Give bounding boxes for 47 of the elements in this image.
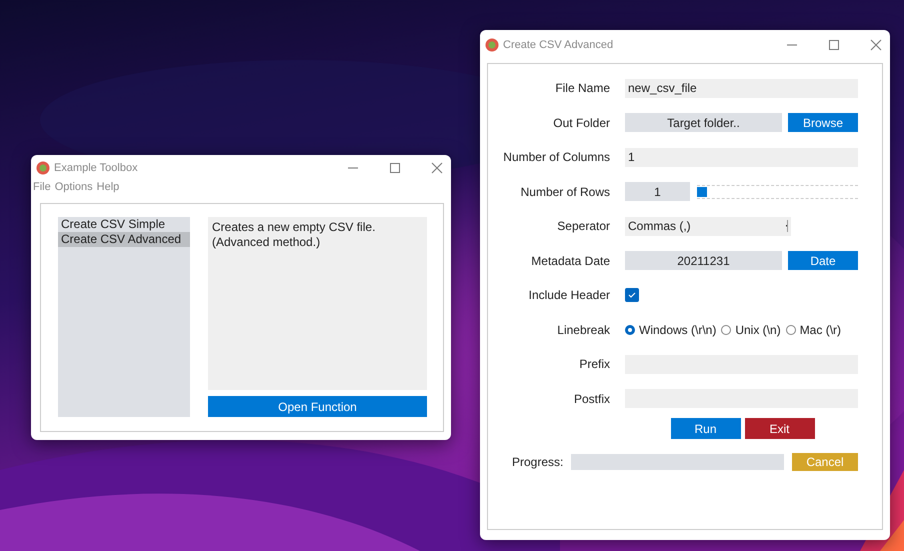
checkbox[interactable] bbox=[625, 288, 639, 302]
separator-dropdown[interactable]: Commas (,) bbox=[625, 216, 791, 236]
radio-button[interactable] bbox=[786, 324, 796, 335]
value-field[interactable]: Target folder.. bbox=[625, 113, 782, 132]
check-icon bbox=[628, 291, 636, 300]
app-logo-icon bbox=[485, 38, 499, 52]
field-label: Number of Rows bbox=[520, 184, 610, 199]
menu-item[interactable]: File bbox=[33, 181, 51, 193]
dropdown-icon bbox=[785, 220, 788, 232]
radio-button[interactable] bbox=[625, 324, 635, 335]
list-item[interactable]: Create CSV Simple bbox=[58, 217, 190, 232]
field-label: Metadata Date bbox=[530, 254, 610, 268]
progress-label: Progress: bbox=[512, 455, 564, 469]
side-button[interactable]: Browse bbox=[788, 113, 858, 132]
side-button[interactable]: Date bbox=[788, 251, 858, 270]
radio-label[interactable]: Windows (\r\n) bbox=[639, 322, 716, 337]
close-icon[interactable] bbox=[870, 39, 882, 51]
radio-label[interactable]: Unix (\n) bbox=[735, 322, 781, 337]
field-label: Out Folder bbox=[552, 116, 610, 130]
field-label: Number of Columns bbox=[502, 150, 610, 164]
window-title: Create CSV Advanced bbox=[503, 39, 614, 51]
description-text: Creates a new empty CSV file. (Advanced method.) bbox=[208, 217, 427, 390]
radio-label[interactable]: Mac (\r) bbox=[800, 322, 842, 337]
slider[interactable] bbox=[697, 184, 858, 199]
radio-button[interactable] bbox=[721, 324, 732, 335]
menu-item[interactable]: Options bbox=[54, 181, 93, 193]
field-label: Include Header bbox=[528, 288, 610, 302]
run-button[interactable]: Run bbox=[670, 418, 740, 439]
menu-item[interactable]: Help bbox=[96, 181, 120, 193]
exit-button[interactable]: Exit bbox=[744, 418, 814, 439]
close-icon[interactable] bbox=[431, 162, 443, 174]
open-function-button[interactable]: Open Function bbox=[208, 396, 427, 417]
maximize-icon[interactable] bbox=[828, 39, 840, 51]
value-field[interactable]: 20211231 bbox=[625, 251, 782, 270]
field-label: Postfix bbox=[572, 392, 610, 406]
maximize-icon[interactable] bbox=[389, 162, 401, 174]
slider-thumb[interactable] bbox=[697, 186, 707, 197]
window-title: Example Toolbox bbox=[54, 162, 139, 174]
app-logo-icon bbox=[36, 161, 50, 175]
field-label: Linebreak bbox=[556, 322, 610, 337]
field-label: Prefix bbox=[578, 357, 610, 372]
field-label: File Name bbox=[554, 81, 610, 96]
text-field[interactable]: new_csv_file bbox=[625, 78, 858, 98]
list-item[interactable]: Create CSV Advanced bbox=[58, 232, 190, 247]
text-field[interactable]: 1 bbox=[625, 148, 858, 167]
spin-field[interactable]: 1 bbox=[625, 182, 690, 202]
field-label: Seperator bbox=[556, 219, 610, 234]
